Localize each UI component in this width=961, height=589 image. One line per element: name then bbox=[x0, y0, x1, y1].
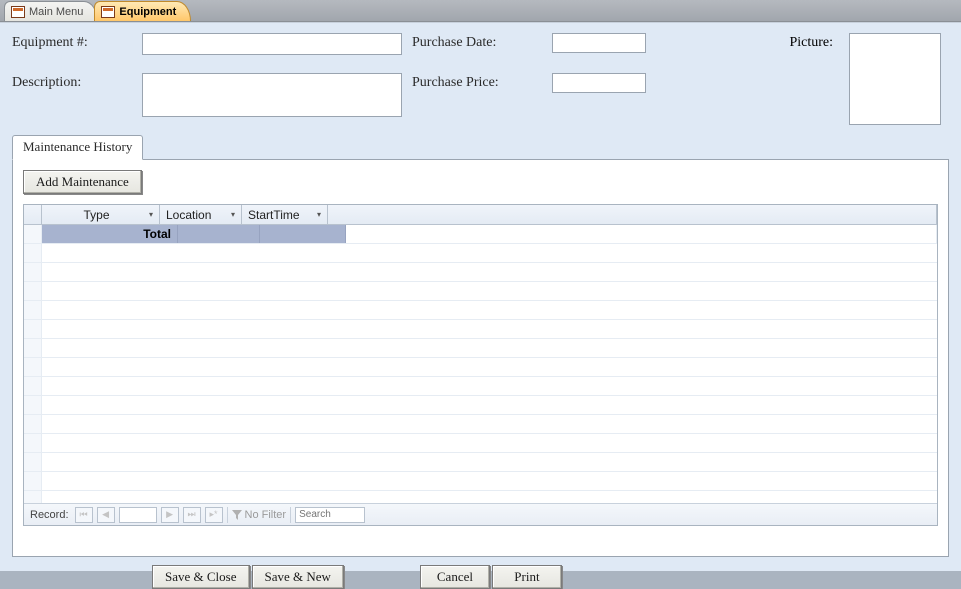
nav-prev-button[interactable]: ◀ bbox=[97, 507, 115, 523]
column-label: StartTime bbox=[248, 208, 300, 222]
form-icon bbox=[11, 6, 25, 18]
column-header-blank bbox=[328, 205, 937, 224]
column-header-starttime[interactable]: StartTime ▾ bbox=[242, 205, 328, 224]
add-maintenance-button[interactable]: Add Maintenance bbox=[23, 170, 142, 194]
save-new-button[interactable]: Save & New bbox=[252, 565, 344, 589]
form-canvas: Equipment #: Purchase Date: Picture: Des… bbox=[0, 22, 961, 571]
nav-new-button[interactable]: ▸* bbox=[205, 507, 223, 523]
picture-box[interactable] bbox=[849, 33, 941, 125]
empty-row bbox=[24, 320, 937, 339]
total-row: Total bbox=[24, 225, 937, 244]
record-label: Record: bbox=[30, 509, 69, 521]
record-number-input[interactable] bbox=[119, 507, 157, 523]
equipment-no-label: Equipment #: bbox=[12, 33, 132, 51]
filter-text: No Filter bbox=[245, 509, 287, 521]
chevron-down-icon: ▾ bbox=[231, 210, 235, 219]
tab-equipment[interactable]: Equipment bbox=[94, 1, 191, 21]
column-header-location[interactable]: Location ▾ bbox=[160, 205, 242, 224]
chevron-down-icon: ▾ bbox=[149, 210, 153, 219]
column-label: Type bbox=[48, 208, 145, 222]
grid-body[interactable]: Total bbox=[24, 225, 937, 503]
empty-row bbox=[24, 358, 937, 377]
select-all-corner[interactable] bbox=[24, 205, 42, 224]
cancel-button[interactable]: Cancel bbox=[420, 565, 490, 589]
grid-header: Type ▾ Location ▾ StartTime ▾ bbox=[24, 205, 937, 225]
subform-panel: Add Maintenance Type ▾ Location ▾ bbox=[12, 159, 949, 557]
print-button[interactable]: Print bbox=[492, 565, 562, 589]
empty-row bbox=[24, 472, 937, 491]
tab-label: Main Menu bbox=[29, 6, 83, 18]
empty-row bbox=[24, 263, 937, 282]
column-header-type[interactable]: Type ▾ bbox=[42, 205, 160, 224]
total-label-cell: Total bbox=[42, 225, 178, 243]
purchase-price-input[interactable] bbox=[552, 73, 646, 93]
empty-row bbox=[24, 491, 937, 503]
subform-tabstrip: Maintenance History bbox=[12, 137, 949, 159]
empty-row bbox=[24, 453, 937, 472]
tab-maintenance-history[interactable]: Maintenance History bbox=[12, 135, 143, 160]
window-tabbar: Main Menu Equipment bbox=[0, 0, 961, 22]
empty-row bbox=[24, 396, 937, 415]
chevron-down-icon: ▾ bbox=[317, 210, 321, 219]
empty-row bbox=[24, 282, 937, 301]
nav-last-button[interactable]: ⏭ bbox=[183, 507, 201, 523]
funnel-icon bbox=[232, 510, 242, 520]
empty-row bbox=[24, 377, 937, 396]
picture-label: Picture: bbox=[662, 33, 839, 51]
description-input[interactable] bbox=[142, 73, 402, 117]
search-wrap bbox=[295, 507, 365, 523]
total-cell-blank bbox=[346, 225, 937, 243]
nav-next-button[interactable]: ▶ bbox=[161, 507, 179, 523]
empty-row bbox=[24, 434, 937, 453]
action-buttons: Save & Close Save & New Cancel Print bbox=[12, 565, 949, 589]
purchase-date-input[interactable] bbox=[552, 33, 646, 53]
record-navigator: Record: ⏮ ◀ ▶ ⏭ ▸* No Filter bbox=[24, 503, 937, 525]
empty-row bbox=[24, 301, 937, 320]
purchase-price-label: Purchase Price: bbox=[412, 73, 542, 91]
nav-first-button[interactable]: ⏮ bbox=[75, 507, 93, 523]
total-cell-location bbox=[178, 225, 260, 243]
empty-row bbox=[24, 415, 937, 434]
total-cell-starttime bbox=[260, 225, 346, 243]
purchase-date-label: Purchase Date: bbox=[412, 33, 542, 51]
tab-label: Equipment bbox=[119, 6, 176, 18]
search-input[interactable] bbox=[295, 507, 365, 523]
equipment-no-input[interactable] bbox=[142, 33, 402, 55]
save-close-button[interactable]: Save & Close bbox=[152, 565, 250, 589]
empty-row bbox=[24, 339, 937, 358]
column-label: Location bbox=[166, 208, 211, 222]
filter-indicator[interactable]: No Filter bbox=[227, 507, 292, 523]
subform-wrap: Maintenance History Add Maintenance Type… bbox=[12, 137, 949, 557]
datasheet-grid: Type ▾ Location ▾ StartTime ▾ bbox=[23, 204, 938, 526]
row-selector[interactable] bbox=[24, 225, 42, 243]
empty-row bbox=[24, 244, 937, 263]
form-icon bbox=[101, 6, 115, 18]
form-header: Equipment #: Purchase Date: Picture: Des… bbox=[12, 33, 949, 125]
tab-main-menu[interactable]: Main Menu bbox=[4, 1, 98, 21]
description-label: Description: bbox=[12, 73, 132, 91]
